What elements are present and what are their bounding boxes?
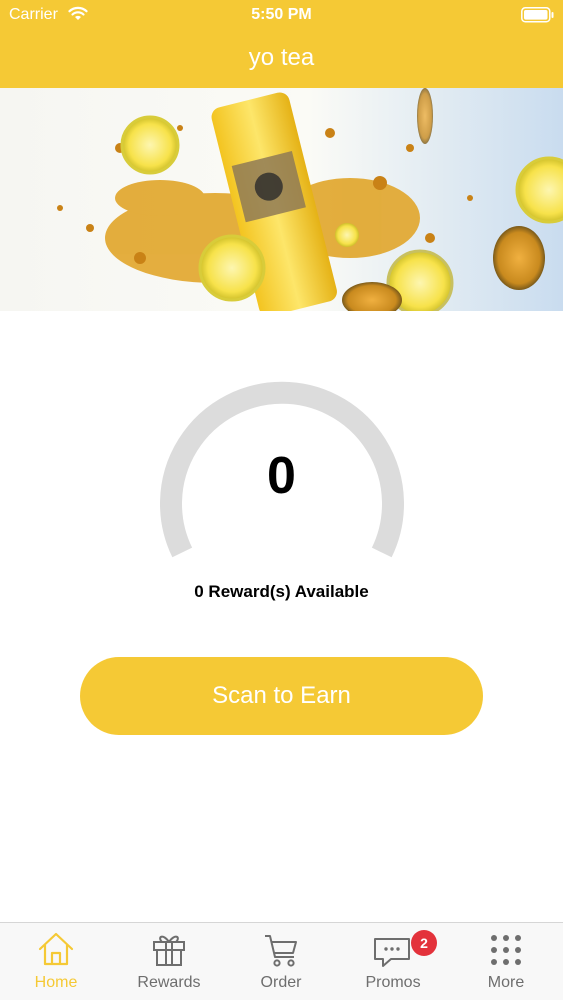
tab-home[interactable]: Home xyxy=(0,923,112,1000)
cart-icon xyxy=(265,935,297,967)
grid-dots-icon xyxy=(491,935,521,965)
tab-rewards[interactable]: Rewards xyxy=(113,923,225,1000)
reward-points-value: 0 xyxy=(267,447,296,505)
chat-bubble-icon xyxy=(374,938,410,967)
battery-icon xyxy=(521,7,554,23)
app-header: Carrier 5:50 PM yo tea xyxy=(0,0,563,88)
tab-more[interactable]: More xyxy=(450,923,562,1000)
tab-more-label: More xyxy=(487,974,525,991)
scan-to-earn-button[interactable]: Scan to Earn xyxy=(80,657,483,735)
tab-home-label: Home xyxy=(34,974,78,991)
rewards-available-text: 0 Reward(s) Available xyxy=(194,582,369,601)
page-title: yo tea xyxy=(248,44,315,71)
tab-rewards-label: Rewards xyxy=(137,974,201,991)
status-time: 5:50 PM xyxy=(251,6,312,23)
status-bar: Carrier 5:50 PM xyxy=(0,0,563,30)
tab-promos[interactable]: 2 Promos xyxy=(337,923,449,1000)
promos-count-badge: 2 xyxy=(411,930,437,956)
tab-order-label: Order xyxy=(260,974,302,991)
gift-icon xyxy=(153,935,185,966)
tab-promos-label: Promos xyxy=(365,974,421,991)
tab-bar: Home Rewards Order 2 Promos More xyxy=(0,922,563,1000)
home-icon xyxy=(38,932,74,966)
promo-banner-image xyxy=(0,88,563,311)
tab-order[interactable]: Order xyxy=(225,923,337,1000)
